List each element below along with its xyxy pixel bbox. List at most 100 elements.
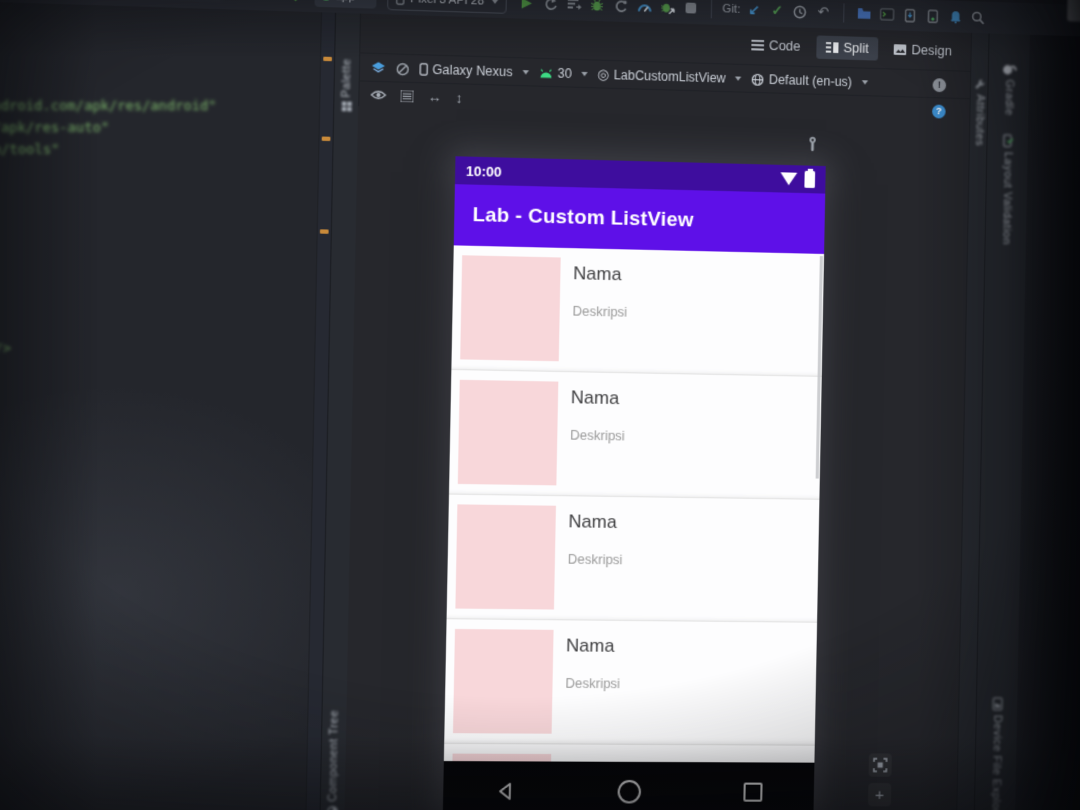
search-everywhere-icon[interactable] xyxy=(967,5,990,29)
code-line: .com/apk/res-auto" xyxy=(0,118,110,136)
terminal-icon[interactable] xyxy=(875,2,898,26)
design-canvas[interactable]: 10:00 Lab - Custom ListView Nama Deskrip… xyxy=(343,106,971,810)
phone-icon xyxy=(419,63,428,76)
toolbar-divider xyxy=(710,0,713,19)
device-dropdown[interactable]: Galaxy Nexus xyxy=(419,62,529,80)
wrench-icon xyxy=(975,79,985,90)
tab-layout-validation[interactable]: Layout Validation xyxy=(986,133,1029,245)
nav-back-button[interactable] xyxy=(443,780,568,802)
profile-app-icon[interactable] xyxy=(656,0,680,19)
tab-design-label: Design xyxy=(911,42,953,59)
code-mode-icon xyxy=(751,39,764,51)
device-manager-icon[interactable] xyxy=(921,4,944,28)
zoom-to-fit-button[interactable] xyxy=(868,753,892,777)
plus-icon: + xyxy=(874,785,885,804)
ide-window: app Pixel 3 API 28 Git: xyxy=(0,0,1080,810)
module-selector[interactable]: app xyxy=(314,0,378,9)
theme-dropdown-label: LabCustomListView xyxy=(613,67,726,86)
module-label: app xyxy=(335,0,355,4)
warning-stripe-mark xyxy=(323,56,332,62)
apply-code-changes-button[interactable] xyxy=(562,0,586,16)
battery-icon xyxy=(804,170,816,189)
chevron-down-icon xyxy=(861,80,868,85)
fit-screen-icon xyxy=(873,758,888,773)
tab-palette[interactable]: Palette xyxy=(334,58,359,112)
device-label: Pixel 3 API 28 xyxy=(410,0,485,8)
nav-recents-button[interactable] xyxy=(691,782,814,802)
profiler-button[interactable] xyxy=(632,0,656,19)
list-item-image xyxy=(460,255,561,362)
tab-code-label: Code xyxy=(768,38,801,55)
tab-device-file-explorer[interactable]: Device File Explorer xyxy=(975,697,1019,810)
device-file-explorer-tab-label: Device File Explorer xyxy=(989,714,1004,810)
stop-button[interactable] xyxy=(679,0,703,20)
workspace: as.android.com/apk/res/android" .com/apk… xyxy=(0,0,1080,810)
wifi-icon xyxy=(780,172,797,185)
nav-home-button[interactable] xyxy=(568,779,692,804)
orientation-selector[interactable] xyxy=(396,62,410,76)
toolbar-divider xyxy=(843,3,845,23)
no-rotation-icon xyxy=(396,62,410,76)
warning-stripe-mark xyxy=(321,136,331,142)
issues-warning-badge[interactable]: ! xyxy=(932,77,947,92)
phone-preview[interactable]: 10:00 Lab - Custom ListView Nama Deskrip… xyxy=(442,156,826,810)
list-item-name: Nama xyxy=(568,511,617,533)
sdk-manager-icon[interactable] xyxy=(898,3,921,27)
list-item-name: Nama xyxy=(573,263,622,285)
vcs-history-clock-icon[interactable] xyxy=(789,0,813,24)
swap-height-icon[interactable]: ↕ xyxy=(455,89,462,105)
android-navigation-bar xyxy=(442,761,815,810)
project-structure-folder-icon[interactable] xyxy=(852,2,875,26)
git-label: Git: xyxy=(722,2,741,17)
tab-design[interactable]: Design xyxy=(884,38,961,64)
list-item[interactable]: Nama Deskripsi xyxy=(446,494,820,623)
xml-source-code: as.android.com/apk/res/android" .com/apk… xyxy=(0,1,328,810)
code-editor-pane[interactable]: as.android.com/apk/res/android" .com/apk… xyxy=(0,0,336,810)
run-button[interactable] xyxy=(515,0,539,15)
api-level-dropdown[interactable]: 30 xyxy=(538,65,588,81)
component-tree-icon xyxy=(327,806,338,810)
app-action-bar: Lab - Custom ListView xyxy=(453,184,826,254)
chevron-down-icon xyxy=(735,76,742,81)
tab-code[interactable]: Code xyxy=(742,33,811,58)
palette-grid-icon xyxy=(341,101,352,112)
list-item[interactable]: Nama Deskripsi xyxy=(444,619,818,746)
apply-changes-restart-button[interactable] xyxy=(539,0,563,16)
render-options-wrench-icon[interactable] xyxy=(806,136,819,152)
notifications-bell-icon[interactable] xyxy=(944,5,967,29)
vcs-update-icon[interactable]: ↙ xyxy=(742,0,766,22)
design-surface-selector[interactable] xyxy=(371,61,386,74)
list-item[interactable]: Nama Deskripsi xyxy=(443,743,815,763)
layout-list-icon[interactable] xyxy=(400,90,413,102)
design-mode-icon xyxy=(893,44,907,56)
globe-icon xyxy=(751,72,765,86)
swap-width-icon[interactable]: ↔ xyxy=(427,88,441,105)
photo-frame: app Pixel 3 API 28 Git: xyxy=(0,0,1080,810)
locale-dropdown[interactable]: Default (en-us) xyxy=(751,72,868,90)
custom-listview[interactable]: Nama Deskripsi Nama Deskripsi Nama Deskr… xyxy=(443,245,825,763)
list-item[interactable]: Nama Deskripsi xyxy=(448,369,822,500)
vcs-commit-check-icon[interactable]: ✓ xyxy=(765,0,789,23)
layout-design-pane: Palette Component Tree Code Split Design… xyxy=(319,12,990,810)
device-dropdown-label: Galaxy Nexus xyxy=(432,62,513,80)
gradle-sync-wrench-icon[interactable] xyxy=(286,0,310,8)
list-item-description: Deskripsi xyxy=(572,303,628,320)
app-title: Lab - Custom ListView xyxy=(472,203,695,232)
vcs-rollback-icon[interactable]: ↶ xyxy=(812,0,835,24)
tab-gradle[interactable]: Gradle xyxy=(988,63,1030,116)
debug-button[interactable] xyxy=(585,0,609,17)
tab-split-label: Split xyxy=(843,40,869,57)
view-options-eye-icon[interactable] xyxy=(370,89,386,100)
list-item-description: Deskripsi xyxy=(565,675,621,692)
attach-debugger-icon[interactable] xyxy=(609,0,633,18)
help-badge[interactable]: ? xyxy=(931,103,946,119)
code-line: ew" /> xyxy=(0,339,12,357)
layers-icon xyxy=(371,61,386,74)
tab-component-tree[interactable]: Component Tree xyxy=(321,710,347,810)
device-file-explorer-icon xyxy=(992,697,1003,711)
list-item[interactable]: Nama Deskripsi xyxy=(451,245,825,377)
theme-dropdown[interactable]: ◎ LabCustomListView xyxy=(597,66,742,87)
device-selector[interactable]: Pixel 3 API 28 xyxy=(387,0,507,14)
zoom-in-button[interactable]: + xyxy=(867,783,892,807)
tab-split[interactable]: Split xyxy=(815,35,879,61)
